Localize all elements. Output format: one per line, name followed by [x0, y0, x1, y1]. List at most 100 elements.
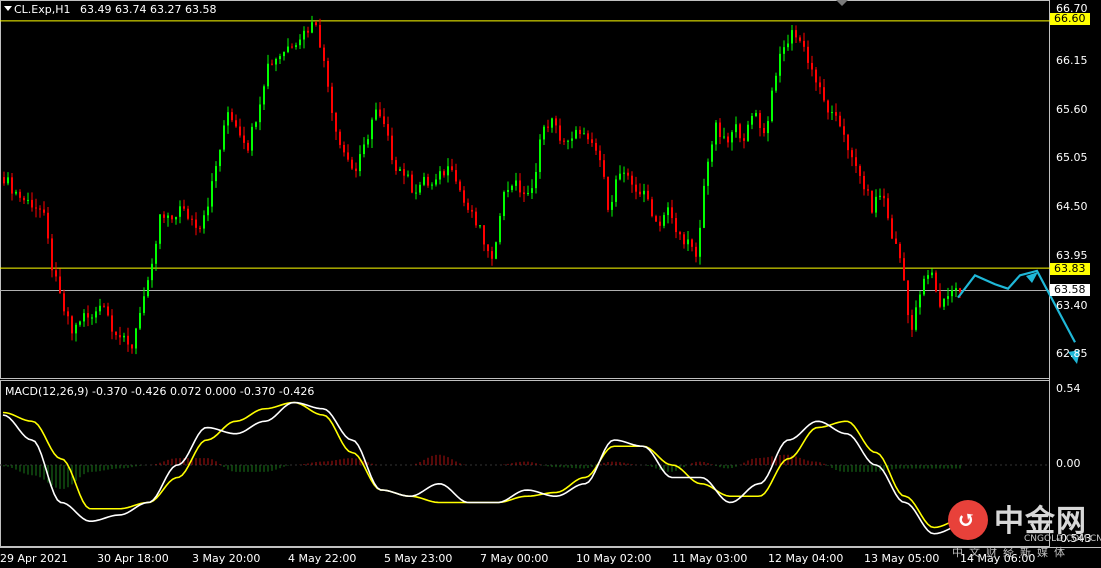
candle-body	[123, 335, 125, 338]
candle-body	[535, 171, 537, 189]
time-label-1: 29 Apr 2021	[0, 552, 69, 565]
candle-body	[223, 125, 225, 150]
price-label-6: 63.95	[1056, 249, 1088, 262]
candle-body	[927, 275, 929, 279]
candle-body	[35, 207, 37, 209]
candle-body	[79, 321, 81, 325]
candle-body	[227, 112, 229, 126]
candle-body	[835, 112, 837, 116]
candle-body	[807, 46, 809, 63]
candle-body	[595, 142, 597, 151]
candle-body	[147, 280, 149, 297]
candle-body	[403, 169, 405, 176]
candle-body	[859, 166, 861, 176]
candle-body	[199, 227, 201, 229]
candle-body	[195, 219, 197, 228]
candle-body	[675, 218, 677, 233]
candle-body	[359, 154, 361, 172]
candle-body	[331, 86, 333, 113]
chart-canvas[interactable]	[0, 0, 1101, 568]
candle-body	[395, 160, 397, 171]
candle-body	[155, 243, 157, 264]
candle-body	[443, 171, 445, 176]
candle-body	[671, 207, 673, 219]
candle-body	[735, 124, 737, 133]
candle-body	[315, 22, 317, 25]
candle-body	[283, 51, 285, 57]
candle-body	[51, 238, 53, 271]
candle-body	[731, 132, 733, 143]
candle-body	[243, 135, 245, 143]
candle-body	[527, 192, 529, 195]
candle-body	[743, 138, 745, 141]
candle-body	[607, 176, 609, 210]
chart-header: CL.Exp,H1 63.49 63.74 63.27 63.58	[14, 3, 216, 16]
candle-body	[795, 30, 797, 38]
candle-body	[179, 206, 181, 217]
candle-body	[611, 201, 613, 210]
candle-body	[451, 166, 453, 171]
candle-body	[299, 39, 301, 46]
price-label-4: 65.05	[1056, 151, 1088, 164]
candle-body	[239, 126, 241, 136]
candle-body	[863, 175, 865, 190]
candle-body	[663, 215, 665, 226]
candle-body	[415, 192, 417, 194]
candle-body	[827, 100, 829, 113]
candle-body	[287, 46, 289, 52]
candle-body	[219, 149, 221, 167]
candle-body	[407, 174, 409, 176]
candle-body	[879, 195, 881, 197]
candle-body	[419, 184, 421, 193]
candle-body	[647, 190, 649, 200]
candle-body	[627, 172, 629, 176]
candle-body	[263, 86, 265, 105]
candle-body	[143, 296, 145, 313]
candle-body	[539, 139, 541, 172]
price-pane-border	[0, 0, 1050, 379]
candle-body	[891, 218, 893, 239]
candle-body	[755, 113, 757, 116]
candle-body	[479, 225, 481, 227]
candle-body	[819, 82, 821, 88]
macd-main-line	[2, 401, 964, 535]
candle-body	[303, 30, 305, 40]
candle-body	[579, 129, 581, 135]
candle-body	[247, 142, 249, 151]
candle-body	[503, 191, 505, 217]
window-menu-arrow-icon[interactable]	[4, 6, 12, 11]
candle-body	[351, 159, 353, 169]
candle-body	[923, 278, 925, 295]
macd-pane-border	[0, 380, 1050, 547]
candle-body	[255, 122, 257, 127]
time-label-4: 4 May 22:00	[288, 552, 357, 565]
ohlc-readout: 63.49 63.74 63.27 63.58	[80, 3, 217, 16]
candle-body	[751, 115, 753, 125]
macd-axis-top: 0.54	[1056, 382, 1081, 395]
candle-body	[895, 238, 897, 244]
candle-body	[379, 109, 381, 117]
candle-body	[127, 335, 129, 345]
candle-body	[67, 311, 69, 317]
candle-body	[619, 173, 621, 180]
candle-body	[191, 218, 193, 220]
candle-body	[767, 121, 769, 134]
candle-body	[435, 179, 437, 185]
candle-body	[799, 37, 801, 41]
level-tag-support: 63.83	[1050, 263, 1090, 275]
candle-body	[591, 139, 593, 143]
candle-body	[639, 191, 641, 195]
candle-body	[915, 307, 917, 330]
candle-body	[487, 244, 489, 252]
candle-body	[651, 199, 653, 217]
candle-body	[555, 118, 557, 126]
candle-body	[375, 109, 377, 120]
candle-body	[783, 47, 785, 54]
candle-body	[91, 317, 93, 319]
candle-body	[467, 202, 469, 210]
candle-body	[903, 258, 905, 281]
candle-body	[139, 312, 141, 329]
candle-body	[11, 177, 13, 194]
candle-body	[307, 30, 309, 33]
candle-body	[771, 90, 773, 122]
